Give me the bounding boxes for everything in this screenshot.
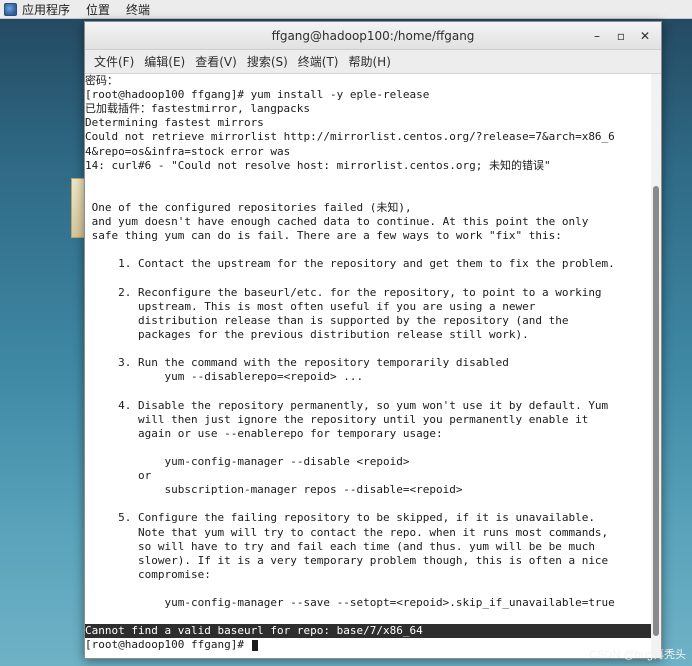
menu-edit[interactable]: 编辑(E) <box>139 53 190 70</box>
terminal-line: 5. Configure the failing repository to b… <box>85 511 595 525</box>
terminal-line: 4. Disable the repository permanently, s… <box>85 398 609 412</box>
menu-search[interactable]: 搜索(S) <box>242 53 293 70</box>
terminal-line: yum-config-manager --save --setopt=<repo… <box>85 596 615 610</box>
terminal-line: [root@hadoop100 ffgang]# <box>85 638 651 652</box>
text-cursor <box>251 639 258 651</box>
terminal-lines: 密码： [root@hadoop100 ffgang]# yum install … <box>85 74 651 652</box>
desktop-folder-icon[interactable] <box>71 178 85 238</box>
terminal-window: ffgang@hadoop100:/home/ffgang – ▫ ✕ 文件(F… <box>84 21 662 659</box>
terminal-line: subscription-manager repos --disable=<re… <box>85 483 463 497</box>
terminal-line: distribution release than is supported b… <box>85 313 569 327</box>
menu-help[interactable]: 帮助(H) <box>344 53 396 70</box>
terminal-line: Cannot find a valid baseurl for repo: ba… <box>85 624 651 639</box>
minimize-button[interactable]: – <box>587 27 607 45</box>
places-menu[interactable]: 位置 <box>78 0 118 19</box>
terminal-line: packages for the previous distribution r… <box>85 327 529 341</box>
watermark: CSDN @bug再秃头 <box>589 649 686 661</box>
terminal-line: safe thing yum can do is fail. There are… <box>85 229 562 243</box>
close-button[interactable]: ✕ <box>635 27 655 45</box>
terminal-line: yum-config-manager --disable <repoid> <box>85 454 410 468</box>
terminal-menu[interactable]: 终端 <box>118 0 158 19</box>
window-menubar: 文件(F) 编辑(E) 查看(V) 搜索(S) 终端(T) 帮助(H) <box>85 50 661 74</box>
terminal-line: Could not retrieve mirrorlist http://mir… <box>85 130 615 144</box>
terminal-line: compromise: <box>85 567 211 581</box>
places-label: 位置 <box>86 2 111 17</box>
menu-terminal[interactable]: 终端(T) <box>293 53 344 70</box>
terminal-line: yum --disablerepo=<repoid> ... <box>85 370 364 384</box>
terminal-line: 1. Contact the upstream for the reposito… <box>85 257 615 271</box>
terminal-line: again or use --enablerepo for temporary … <box>85 426 443 440</box>
terminal-line: 密码： <box>85 74 118 87</box>
menu-view[interactable]: 查看(V) <box>190 53 242 70</box>
terminal-line: 14: curl#6 - "Could not resolve host: mi… <box>85 158 551 172</box>
window-title: ffgang@hadoop100:/home/ffgang <box>271 29 475 43</box>
applications-menu[interactable]: 应用程序 <box>0 0 78 19</box>
terminal-line: and yum doesn't have enough cached data … <box>85 215 589 229</box>
terminal-line: upstream. This is most often useful if y… <box>85 299 536 313</box>
maximize-button[interactable]: ▫ <box>611 27 631 45</box>
applications-icon <box>4 2 17 16</box>
terminal-line: so will have to try and fail each time (… <box>85 539 595 553</box>
terminal-label: 终端 <box>126 2 151 17</box>
menu-file[interactable]: 文件(F) <box>89 53 139 70</box>
terminal-line: will then just ignore the repository unt… <box>85 412 589 426</box>
window-titlebar[interactable]: ffgang@hadoop100:/home/ffgang – ▫ ✕ <box>85 22 661 50</box>
terminal-line: 已加载插件：fastestmirror, langpacks <box>85 102 310 116</box>
terminal-line: 4&repo=os&infra=stock error was <box>85 144 291 158</box>
terminal-line: 3. Run the command with the repository t… <box>85 356 509 370</box>
terminal-line: Determining fastest mirrors <box>85 116 264 130</box>
terminal-line: Note that yum will try to contact the re… <box>85 525 609 539</box>
scrollbar-thumb[interactable] <box>653 186 659 636</box>
scrollbar[interactable] <box>651 74 661 658</box>
applications-label: 应用程序 <box>22 2 71 17</box>
terminal-line: One of the configured repositories faile… <box>85 200 412 214</box>
terminal-line: 2. Reconfigure the baseurl/etc. for the … <box>85 285 602 299</box>
terminal-line: slower). If it is a very temporary probl… <box>85 553 609 567</box>
terminal-line: or <box>85 469 152 483</box>
top-panel: 应用程序 位置 终端 <box>0 0 692 19</box>
terminal-output-area[interactable]: 密码： [root@hadoop100 ffgang]# yum install … <box>85 74 661 658</box>
terminal-line: [root@hadoop100 ffgang]# yum install -y … <box>85 88 430 102</box>
